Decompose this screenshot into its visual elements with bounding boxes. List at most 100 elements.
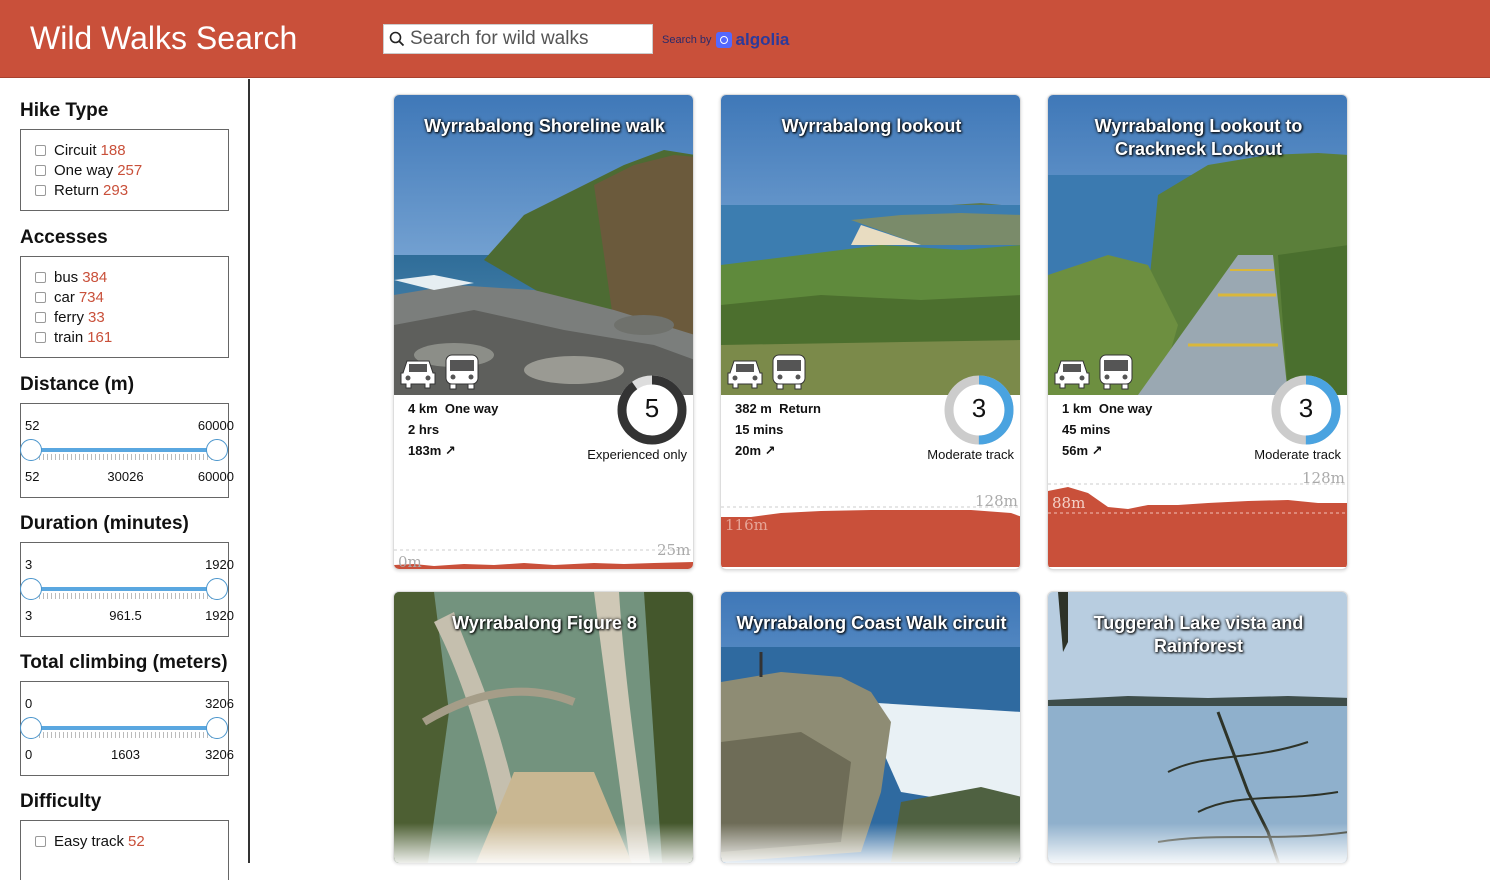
filter-access-train[interactable]: train 161 [21, 327, 228, 347]
walk-distance-type: 4 km One way [408, 401, 498, 416]
facet-title-duration: Duration (minutes) [20, 513, 189, 534]
walk-title[interactable]: Wyrrabalong Lookout to Crackneck Lookout [1048, 115, 1347, 161]
walk-card[interactable]: Tuggerah Lake vista and Rainforest [1047, 591, 1348, 863]
walk-title[interactable]: Tuggerah Lake vista and Rainforest [1048, 612, 1347, 658]
elevation-min-label: 88m [1052, 494, 1085, 512]
walk-card[interactable]: Wyrrabalong lookout 382 m Return 15 mins… [720, 94, 1021, 570]
walk-title[interactable]: Wyrrabalong lookout [721, 115, 1020, 138]
transport-icons [1052, 351, 1136, 396]
range-max-handle[interactable] [206, 578, 228, 600]
difficulty-label: Moderate track [1254, 447, 1341, 462]
filter-label: Circuit [54, 141, 97, 159]
walk-duration: 2 hrs [408, 422, 440, 437]
walk-distance-type: 382 m Return [735, 401, 821, 416]
walk-card[interactable]: Wyrrabalong Lookout to Crackneck Lookout… [1047, 94, 1348, 570]
filter-difficulty-easy[interactable]: Easy track 52 [21, 831, 228, 851]
range-max-handle[interactable] [206, 717, 228, 739]
range-climbing: 0 3206 0 1603 3206 [20, 681, 234, 776]
range-max-label: 1920 [205, 557, 234, 572]
search-by-algolia[interactable]: Search by algolia [662, 30, 789, 50]
search-input[interactable] [410, 28, 650, 50]
range-scale-max: 1920 [205, 608, 234, 623]
filter-hike-circuit[interactable]: Circuit 188 [21, 140, 228, 160]
app-title: Wild Walks Search [30, 20, 298, 56]
walk-title[interactable]: Wyrrabalong Shoreline walk [394, 115, 693, 138]
range-track[interactable] [31, 726, 217, 730]
filter-count: 33 [88, 308, 105, 326]
facet-title-difficulty: Difficulty [20, 791, 102, 812]
walk-photo [721, 95, 1020, 395]
filter-count: 257 [117, 161, 143, 179]
range-track[interactable] [31, 587, 217, 591]
filter-access-bus[interactable]: bus 384 [21, 267, 228, 287]
algolia-logo-icon [715, 32, 732, 48]
filter-label: train [54, 328, 84, 346]
range-track[interactable] [31, 448, 217, 452]
filter-count: 52 [128, 832, 145, 850]
card-fade [1048, 823, 1347, 863]
range-ticks [31, 593, 217, 599]
range-scale-max: 60000 [197, 469, 234, 484]
search-box[interactable] [383, 24, 653, 54]
checkbox[interactable] [35, 184, 46, 196]
app-header: Wild Walks Search Search by algolia [0, 0, 1490, 78]
checkbox[interactable] [35, 311, 46, 323]
facet-title-climbing: Total climbing (meters) [20, 652, 228, 673]
walk-card[interactable]: Wyrrabalong Coast Walk circuit [720, 591, 1021, 863]
walk-distance: 382 m [735, 401, 772, 416]
walk-title[interactable]: Wyrrabalong Figure 8 [394, 612, 693, 635]
checkbox[interactable] [35, 271, 46, 283]
walk-photo [394, 95, 693, 395]
range-max-label: 60000 [197, 418, 234, 433]
range-min-handle[interactable] [20, 439, 42, 461]
filter-count: 293 [103, 181, 129, 199]
car-icon [1052, 351, 1092, 396]
walk-title[interactable]: Wyrrabalong Coast Walk circuit [721, 612, 1020, 635]
range-scale-mid: 1603 [111, 747, 140, 762]
checkbox[interactable] [35, 331, 46, 343]
filter-sidebar: Hike Type Circuit 188 One way 257 Return 29… [0, 79, 250, 880]
walk-duration: 45 mins [1062, 422, 1111, 437]
checkbox[interactable] [35, 164, 46, 176]
difficulty-label: Moderate track [927, 447, 1014, 462]
filter-access-car[interactable]: car 734 [21, 287, 228, 307]
walk-climb: 20m ↗ [735, 443, 776, 459]
filter-hike-return[interactable]: Return 293 [21, 180, 228, 200]
range-min-handle[interactable] [20, 578, 42, 600]
range-min-label: 0 [25, 696, 33, 711]
search-icon [384, 25, 410, 53]
range-max-handle[interactable] [206, 439, 228, 461]
elevation-max-label: 128m [975, 492, 1018, 510]
walk-climb-value: 20m [735, 443, 762, 458]
checkbox[interactable] [35, 835, 46, 847]
filter-hike-one-way[interactable]: One way 257 [21, 160, 228, 180]
walk-type: Return [779, 401, 821, 416]
filter-label: Return [54, 181, 100, 199]
filter-count: 384 [82, 268, 108, 286]
checkbox[interactable] [35, 291, 46, 303]
walk-card[interactable]: Wyrrabalong Figure 8 [393, 591, 694, 863]
range-distance: 52 60000 52 30026 60000 [20, 403, 234, 498]
elevation-profile: 128m 116m [721, 492, 1020, 567]
walk-card[interactable]: Wyrrabalong Shoreline walk 4 km One way … [393, 94, 694, 570]
elevation-profile: 128m 88m [1048, 469, 1347, 567]
filter-count: 188 [100, 141, 126, 159]
bus-icon [442, 351, 482, 396]
range-duration: 3 1920 3 961.5 1920 [20, 542, 234, 637]
car-icon [398, 351, 438, 396]
difficulty-grade: 3 [1298, 393, 1314, 423]
checkbox[interactable] [35, 144, 46, 156]
filter-count: 734 [78, 288, 104, 306]
bus-icon [1096, 351, 1136, 396]
filter-label: bus [54, 268, 79, 286]
filter-label: One way [54, 161, 114, 179]
facet-hike-type: Circuit 188 One way 257 Return 293 [20, 129, 229, 211]
walk-distance-type: 1 km One way [1062, 401, 1152, 416]
facet-accesses: bus 384 car 734 ferry 33 train 161 [20, 256, 229, 358]
range-min-handle[interactable] [20, 717, 42, 739]
filter-access-ferry[interactable]: ferry 33 [21, 307, 228, 327]
walk-type: One way [1098, 401, 1153, 416]
walk-climb-value: 56m [1062, 443, 1089, 458]
transport-icons [398, 351, 482, 396]
difficulty-grade: 3 [971, 393, 987, 423]
